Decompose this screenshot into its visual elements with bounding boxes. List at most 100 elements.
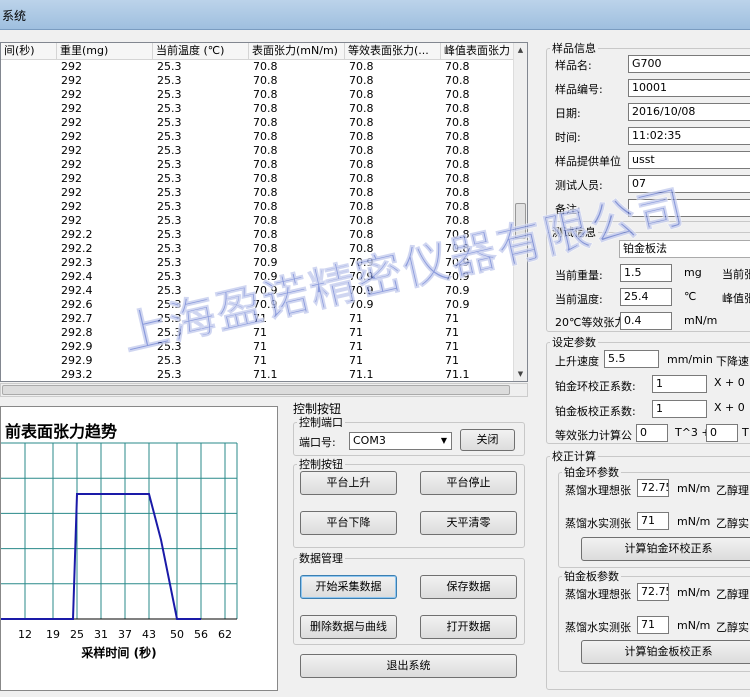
table-cell: 70.8 (445, 116, 470, 129)
save-data-button[interactable]: 保存数据 (420, 575, 517, 599)
table-row[interactable]: 292.9 25.3 71 71 71 (1, 354, 515, 368)
table-cell (1, 172, 5, 186)
platform-up-button[interactable]: 平台上升 (300, 471, 397, 495)
start-collect-button[interactable]: 开始采集数据 (300, 575, 397, 599)
port-value: COM3 (353, 434, 386, 447)
table-cell (1, 88, 5, 102)
plate-actual-label: 蒸馏水实测张 (565, 621, 631, 634)
equiv-tension-label: 20℃等效张力 (555, 316, 626, 329)
sample-code-label: 样品编号: (555, 83, 603, 96)
table-cell: 25.3 (157, 228, 182, 241)
ring-actual-label: 蒸馏水实测张 (565, 517, 631, 530)
table-cell: 71 (349, 326, 363, 339)
ring-ideal-input[interactable]: 72.75 (637, 479, 669, 497)
sample-name-input[interactable]: G700 (628, 55, 750, 73)
table-row[interactable]: 292 25.3 70.8 70.8 70.8 (1, 116, 515, 130)
sample-name-label: 样品名: (555, 59, 592, 72)
table-row[interactable]: 292 25.3 70.8 70.8 70.8 (1, 60, 515, 74)
equiv-tension-unit: mN/m (684, 314, 718, 327)
table-cell: 25.3 (157, 74, 182, 87)
table-row[interactable]: 292 25.3 70.8 70.8 70.8 (1, 158, 515, 172)
table-row[interactable]: 292 25.3 70.8 70.8 70.8 (1, 200, 515, 214)
plate-ideal-unit: mN/m (677, 586, 711, 599)
table-cell: 25.3 (157, 214, 182, 227)
scroll-up-icon[interactable]: ▲ (514, 43, 527, 57)
port-select[interactable]: COM3 ▼ (349, 432, 452, 450)
table-row[interactable]: 292.9 25.3 71 71 71 (1, 340, 515, 354)
table-row[interactable]: 292 25.3 70.8 70.8 70.8 (1, 130, 515, 144)
table-cell (1, 326, 5, 340)
table-cell: 71.1 (349, 368, 374, 381)
sample-info-title: 样品信息 (552, 42, 596, 55)
table-cell: 25.3 (157, 102, 182, 115)
scroll-down-icon[interactable]: ▼ (514, 367, 527, 381)
col-header-tension[interactable]: 表面张力(mN/m) (249, 43, 345, 60)
calc-plate-coef-button[interactable]: 计算铂金板校正系 (581, 640, 750, 664)
table-cell: 292 (61, 74, 82, 87)
port-group-title: 控制端口 (299, 416, 343, 429)
settings-title: 设定参数 (552, 336, 596, 349)
plate-ideal-input[interactable]: 72.75 (637, 583, 669, 601)
table-cell (1, 270, 5, 284)
ring-coef-input[interactable]: 1 (652, 375, 707, 393)
platform-down-button[interactable]: 平台下降 (300, 511, 397, 535)
formula-b-input[interactable]: 0 (706, 424, 738, 442)
table-cell: 70.8 (253, 116, 278, 129)
time-input[interactable]: 11:02:35 (628, 127, 750, 145)
chart-svg: 前表面张力趋势 12 19 25 31 37 43 50 56 62 采样时间 (秒) (1, 422, 238, 660)
col-header-temp[interactable]: 当前温度 (℃) (153, 43, 249, 60)
provider-label: 样品提供单位 (555, 155, 621, 168)
col-header-time[interactable]: 间(秒) (1, 43, 57, 60)
table-cell: 292.2 (61, 242, 93, 255)
close-port-button[interactable]: 关闭 (460, 429, 515, 451)
balance-zero-button[interactable]: 天平清零 (420, 511, 517, 535)
formula-a-input[interactable]: 0 (636, 424, 668, 442)
date-input[interactable]: 2016/10/08 (628, 103, 750, 121)
table-cell: 70.8 (253, 172, 278, 185)
table-cell (1, 74, 5, 88)
port-label: 端口号: (299, 436, 336, 449)
col-header-equiv-tension[interactable]: 等效表面张力(... (345, 43, 441, 60)
plate-actual-input[interactable]: 71 (637, 616, 669, 634)
exit-button[interactable]: 退出系统 (300, 654, 517, 678)
table-cell: 70.8 (253, 242, 278, 255)
table-cell (1, 102, 5, 116)
x-tick-label: 31 (94, 628, 108, 641)
table-row[interactable]: 292 25.3 70.8 70.8 70.8 (1, 88, 515, 102)
table-cell: 292 (61, 200, 82, 213)
table-cell: 70.8 (349, 102, 374, 115)
plate-coef-input[interactable]: 1 (652, 400, 707, 418)
col-header-peak-tension[interactable]: 峰值表面张力 (441, 43, 515, 60)
col-header-weight[interactable]: 重里(mg) (57, 43, 153, 60)
platform-stop-button[interactable]: 平台停止 (420, 471, 517, 495)
table-row[interactable]: 292 25.3 70.8 70.8 70.8 (1, 74, 515, 88)
table-horizontal-scrollbar[interactable] (0, 383, 528, 397)
table-row[interactable]: 293.2 25.3 71.1 71.1 71.1 (1, 368, 515, 381)
open-data-button[interactable]: 打开数据 (420, 615, 517, 639)
table-cell: 70.8 (349, 88, 374, 101)
x-tick-label: 25 (70, 628, 84, 641)
calc-ring-coef-button[interactable]: 计算铂金环校正系 (581, 537, 750, 561)
table-row[interactable]: 292 25.3 70.8 70.8 70.8 (1, 144, 515, 158)
table-row[interactable]: 292 25.3 70.8 70.8 70.8 (1, 102, 515, 116)
plate-actual-unit: mN/m (677, 619, 711, 632)
table-cell: 25.3 (157, 60, 182, 73)
table-cell (1, 60, 5, 74)
table-cell: 70.8 (445, 130, 470, 143)
table-cell: 71 (445, 326, 459, 339)
rise-speed-input[interactable]: 5.5 (604, 350, 659, 368)
table-cell: 292.9 (61, 340, 93, 353)
plate-ethanol-actual-label: 乙醇实 (716, 621, 749, 634)
plate-coef-label: 铂金板校正系数: (555, 405, 636, 418)
ring-actual-input[interactable]: 71 (637, 512, 669, 530)
sample-code-input[interactable]: 10001 (628, 79, 750, 97)
provider-input[interactable]: usst (628, 151, 750, 169)
chevron-down-icon[interactable]: ▼ (437, 433, 451, 449)
peak-tension-label: 峰值张 (722, 292, 750, 305)
delete-data-button[interactable]: 删除数据与曲线 (300, 615, 397, 639)
hscroll-thumb[interactable] (2, 385, 510, 395)
table-row[interactable]: 292 25.3 70.8 70.8 70.8 (1, 186, 515, 200)
table-cell: 292.3 (61, 256, 93, 269)
table-row[interactable]: 292 25.3 70.8 70.8 70.8 (1, 172, 515, 186)
chart-title: 前表面张力趋势 (5, 422, 117, 441)
